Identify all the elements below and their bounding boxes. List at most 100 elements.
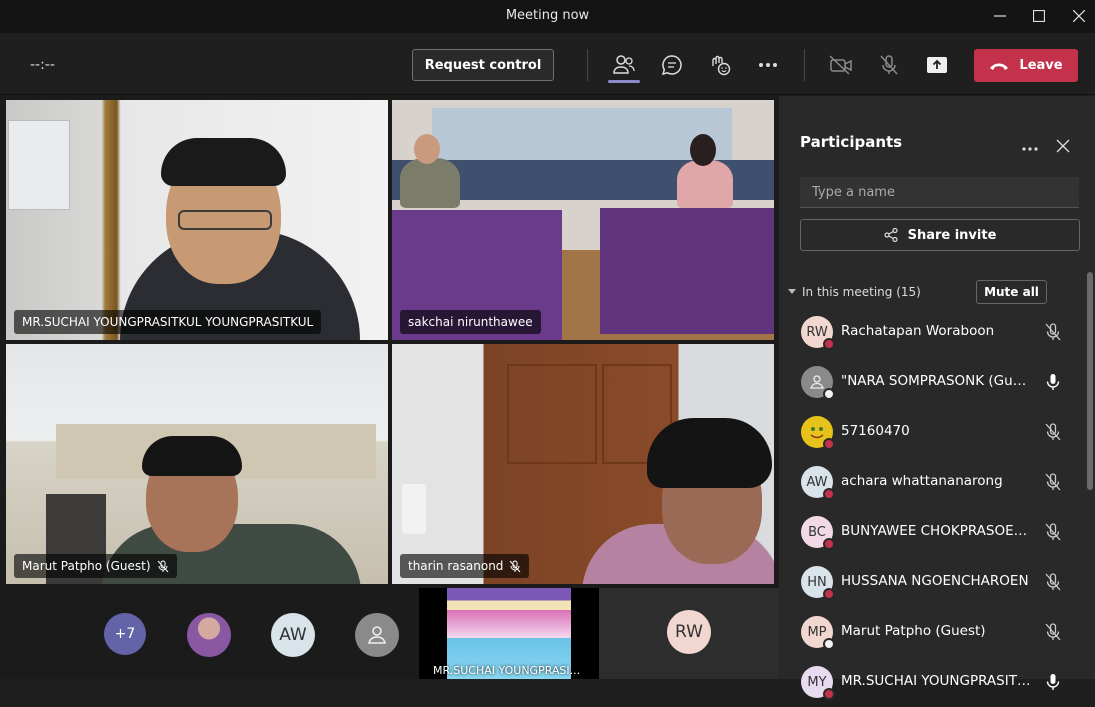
mic-off-icon (880, 55, 898, 75)
mic-toggle-button[interactable] (875, 51, 903, 79)
participant-name: achara whattananarong (841, 473, 1003, 489)
chat-button[interactable] (658, 51, 686, 79)
participant-row[interactable]: AW achara whattananarong (779, 457, 1079, 507)
mic-off-icon[interactable] (1043, 622, 1063, 642)
room-windows (432, 108, 732, 168)
participant-name: HUSSANA NGOENCHAROEN (841, 573, 1029, 589)
participant-search-input[interactable] (800, 177, 1079, 208)
participant-avatar[interactable] (355, 613, 399, 657)
participant-hair (647, 418, 772, 488)
purple-tablecloth (600, 208, 774, 334)
window-title: Meeting now (505, 8, 590, 23)
leave-label: Leave (1019, 58, 1063, 73)
participant-row[interactable]: BC BUNYAWEE CHOKPRASOETS... (779, 507, 1079, 557)
wall-phone (402, 484, 426, 534)
close-icon (1056, 139, 1070, 153)
participant-name: Rachatapan Woraboon (841, 323, 995, 339)
participant-hair (161, 138, 286, 186)
mute-all-button[interactable]: Mute all (976, 280, 1047, 304)
seated-person-head (414, 134, 440, 164)
presence-status-dot (823, 638, 835, 650)
request-control-button[interactable]: Request control (412, 49, 554, 81)
participants-button[interactable] (610, 51, 638, 79)
participant-photo-avatar[interactable] (187, 613, 231, 657)
participant-name: MR.SUCHAI YOUNGPRASITK... (841, 673, 1031, 689)
in-meeting-label: In this meeting (15) (802, 285, 921, 299)
camera-toggle-button[interactable] (827, 51, 855, 79)
panel-more-button[interactable] (1022, 136, 1040, 154)
mic-on-icon[interactable] (1043, 372, 1063, 392)
toolbar-divider (587, 49, 588, 81)
camera-off-icon (829, 55, 852, 75)
panel-scrollbar[interactable] (1087, 272, 1093, 490)
mic-off-icon[interactable] (1043, 472, 1063, 492)
reactions-button[interactable] (706, 51, 734, 79)
maximize-icon (1033, 9, 1045, 22)
share-invite-button[interactable]: Share invite (800, 219, 1080, 251)
participant-row[interactable]: RW Rachatapan Woraboon (779, 307, 1079, 357)
mic-on-icon[interactable] (1043, 672, 1063, 692)
participant-name: Marut Patpho (Guest) (841, 623, 986, 639)
person-icon (367, 626, 387, 644)
mic-off-icon[interactable] (1043, 422, 1063, 442)
presence-status-dot (823, 588, 835, 600)
caret-down-icon (788, 289, 796, 294)
participant-avatar[interactable]: AW (271, 613, 315, 657)
participant-name: "NARA SOMPRASONK (Guest)" (841, 373, 1031, 389)
share-tray-button[interactable] (923, 51, 951, 79)
panel-title: Participants (800, 133, 903, 151)
presence-status-dot (823, 488, 835, 500)
participant-avatar: RW (667, 610, 711, 654)
mic-off-icon[interactable] (1043, 322, 1063, 342)
more-icon (1022, 147, 1038, 151)
video-name-label: MR.SUCHAI YOUNGPRASITKUL YOUNGPRASITKUL (14, 310, 322, 334)
phone-icon (990, 63, 1009, 70)
audio-only-tile[interactable]: RW (599, 588, 779, 679)
in-meeting-section-toggle[interactable]: In this meeting (15) (788, 285, 921, 299)
participant-row[interactable]: MY MR.SUCHAI YOUNGPRASITK... (779, 657, 1079, 707)
participant-row[interactable]: 57160470 (779, 407, 1079, 457)
close-icon (1073, 9, 1085, 22)
participant-row[interactable]: HN HUSSANA NGOENCHAROEN (779, 557, 1079, 607)
shared-tile-name: MR.SUCHAI YOUNGPRASI... (433, 664, 581, 677)
participants-panel: Participants Share invite In this meetin… (779, 96, 1095, 700)
door-panel (507, 364, 597, 464)
mic-off-icon (157, 560, 168, 572)
share-icon (883, 228, 898, 242)
more-icon (759, 63, 777, 67)
share-tray-icon (927, 57, 947, 73)
toolbar-divider (804, 49, 805, 81)
video-tile[interactable]: sakchai nirunthawee (392, 100, 774, 340)
more-actions-button[interactable] (754, 51, 782, 79)
mic-off-icon[interactable] (1043, 572, 1063, 592)
video-name-text: sakchai nirunthawee (408, 315, 533, 329)
video-tile[interactable]: tharin rasanond (392, 344, 774, 584)
video-name-label: Marut Patpho (Guest) (14, 554, 177, 578)
video-name-text: MR.SUCHAI YOUNGPRASITKUL YOUNGPRASITKUL (22, 315, 314, 329)
meeting-toolbar: --:-- Request control Leave (0, 33, 1095, 95)
maximize-button[interactable] (1021, 0, 1057, 31)
shared-content-tile[interactable]: MR.SUCHAI YOUNGPRASI... (419, 588, 599, 679)
video-name-text: tharin rasanond (408, 559, 504, 573)
more-participants-button[interactable]: +7 (104, 613, 146, 655)
close-window-button[interactable] (1061, 0, 1095, 31)
active-tab-indicator (608, 80, 640, 83)
mic-off-icon (510, 560, 521, 572)
title-bar: Meeting now (0, 0, 1095, 33)
leave-button[interactable]: Leave (974, 49, 1078, 82)
participant-glasses (178, 210, 272, 230)
panel-close-button[interactable] (1056, 138, 1070, 153)
video-name-label: tharin rasanond (400, 554, 530, 578)
video-tile[interactable]: Marut Patpho (Guest) (6, 344, 388, 584)
mic-off-icon[interactable] (1043, 522, 1063, 542)
participant-name: 57160470 (841, 423, 910, 439)
participant-name: BUNYAWEE CHOKPRASOETS... (841, 523, 1031, 539)
presence-status-dot (823, 538, 835, 550)
minimize-icon (994, 14, 1006, 17)
minimize-button[interactable] (982, 0, 1018, 31)
participant-row[interactable]: "NARA SOMPRASONK (Guest)" (779, 357, 1079, 407)
seated-person-head (690, 134, 716, 166)
presence-status-dot (823, 388, 835, 400)
participant-row[interactable]: MP Marut Patpho (Guest) (779, 607, 1079, 657)
video-tile[interactable]: MR.SUCHAI YOUNGPRASITKUL YOUNGPRASITKUL (6, 100, 388, 340)
